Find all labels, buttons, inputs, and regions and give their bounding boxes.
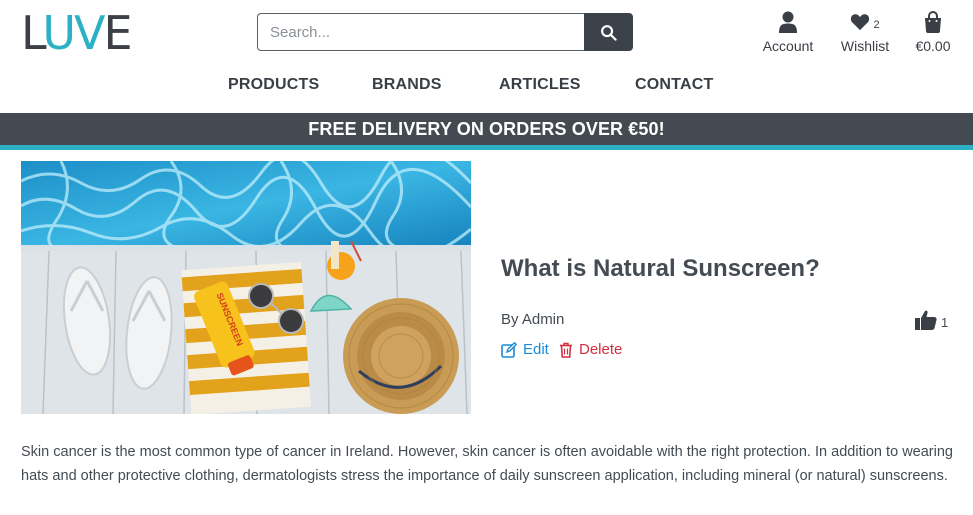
article-body: Skin cancer is the most common type of c… [21,444,953,484]
main-nav: PRODUCTS BRANDS ARTICLES CONTACT [0,76,973,96]
edit-icon [501,341,517,358]
logo-letter-e: E [103,6,132,60]
search-icon [601,24,617,41]
search-input[interactable] [257,13,584,51]
article-author: By Admin [501,311,565,328]
edit-button[interactable]: Edit [501,341,549,358]
user-icon [779,11,797,33]
edit-label: Edit [523,341,549,358]
search-button[interactable] [584,13,633,51]
like-count: 1 [941,314,949,330]
delete-button[interactable]: Delete [559,341,622,358]
article-image: SUNSCREEN [21,161,471,414]
search-bar [257,13,633,51]
trash-icon [560,342,572,358]
shopping-bag-icon [925,11,941,33]
account-label: Account [762,38,814,54]
nav-item-contact[interactable]: CONTACT [635,76,713,94]
nav-item-brands[interactable]: BRANDS [372,76,442,94]
like-button[interactable]: 1 [915,310,948,330]
logo[interactable]: LUVE [21,6,133,60]
article-title: What is Natural Sunscreen? [501,255,820,282]
account-link[interactable]: Account [758,10,818,54]
thumbs-up-icon [915,310,937,330]
wishlist-label: Wishlist [840,38,890,54]
banner-accent-line [0,145,973,150]
cart-link[interactable]: €0.00 [910,10,956,54]
nav-item-articles[interactable]: ARTICLES [499,76,581,94]
heart-icon [851,14,870,31]
wishlist-link[interactable]: 2 Wishlist [834,10,896,54]
logo-letter-l: L [21,6,44,60]
delivery-banner: FREE DELIVERY ON ORDERS OVER €50! [0,113,973,145]
delete-label: Delete [579,341,623,358]
cart-total: €0.00 [915,38,951,54]
wishlist-count-badge: 2 [873,19,880,31]
logo-letters-uv: UV [42,6,105,60]
nav-item-products[interactable]: PRODUCTS [228,76,319,94]
